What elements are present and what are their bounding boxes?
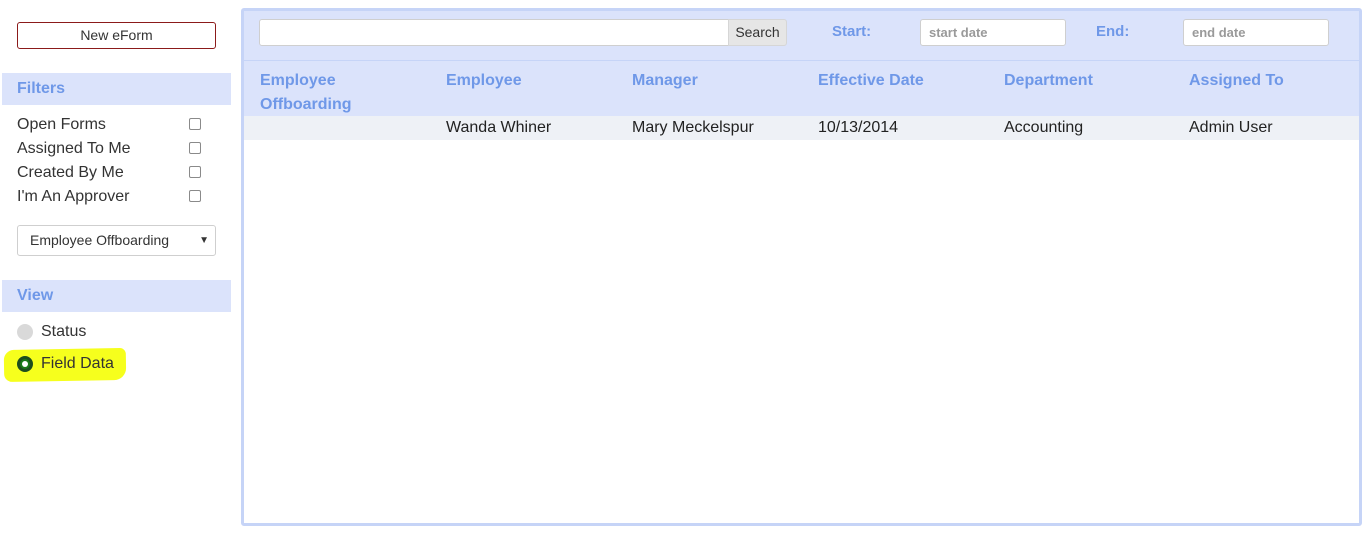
filter-assigned-to-me[interactable]: Assigned To Me	[17, 139, 205, 159]
column-header-form[interactable]: Employee Offboarding	[260, 69, 380, 117]
end-label: End:	[1096, 23, 1130, 40]
view-header: View	[2, 280, 231, 312]
column-header-manager[interactable]: Manager	[632, 69, 698, 93]
table-row[interactable]: Wanda Whiner Mary Meckelspur 10/13/2014 …	[244, 116, 1359, 140]
filter-im-an-approver[interactable]: I'm An Approver	[17, 187, 205, 207]
sidebar: New eForm Filters Open Forms Assigned To…	[0, 0, 236, 534]
search-button[interactable]: Search	[728, 19, 787, 46]
table-header: Employee Offboarding Employee Manager Ef…	[244, 60, 1359, 116]
search-input[interactable]	[259, 19, 729, 46]
filter-label: Assigned To Me	[17, 140, 131, 157]
results-panel: Search Start: start date End: end date E…	[241, 8, 1362, 526]
cell-effective-date: 10/13/2014	[818, 119, 899, 136]
column-header-employee[interactable]: Employee	[446, 69, 522, 93]
field-data-radio[interactable]	[17, 356, 33, 372]
cell-employee: Wanda Whiner	[446, 119, 552, 136]
filter-open-forms[interactable]: Open Forms	[17, 115, 205, 135]
created-by-me-checkbox[interactable]	[189, 166, 201, 178]
view-option-label: Field Data	[41, 355, 114, 372]
filter-label: Created By Me	[17, 164, 124, 181]
assigned-to-me-checkbox[interactable]	[189, 142, 201, 154]
filter-created-by-me[interactable]: Created By Me	[17, 163, 205, 183]
form-type-selected-value: Employee Offboarding	[30, 232, 170, 248]
column-header-assigned-to[interactable]: Assigned To	[1189, 69, 1284, 93]
filter-label: Open Forms	[17, 116, 106, 133]
cell-assigned-to: Admin User	[1189, 119, 1273, 136]
search-toolbar: Search Start: start date End: end date	[244, 11, 1359, 60]
chevron-down-icon: ▼	[199, 235, 209, 246]
end-date-input[interactable]: end date	[1183, 19, 1329, 46]
new-eform-button[interactable]: New eForm	[17, 22, 216, 49]
open-forms-checkbox[interactable]	[189, 118, 201, 130]
cell-department: Accounting	[1004, 119, 1084, 136]
column-header-effective-date[interactable]: Effective Date	[818, 69, 924, 93]
cell-manager: Mary Meckelspur	[632, 119, 754, 136]
status-radio[interactable]	[17, 324, 33, 340]
filter-label: I'm An Approver	[17, 188, 130, 205]
view-option-label: Status	[41, 323, 87, 340]
start-label: Start:	[832, 23, 872, 40]
filters-header: Filters	[2, 73, 231, 105]
column-header-department[interactable]: Department	[1004, 69, 1093, 93]
form-type-select[interactable]: Employee Offboarding ▼	[17, 225, 216, 256]
im-an-approver-checkbox[interactable]	[189, 190, 201, 202]
start-date-input[interactable]: start date	[920, 19, 1066, 46]
